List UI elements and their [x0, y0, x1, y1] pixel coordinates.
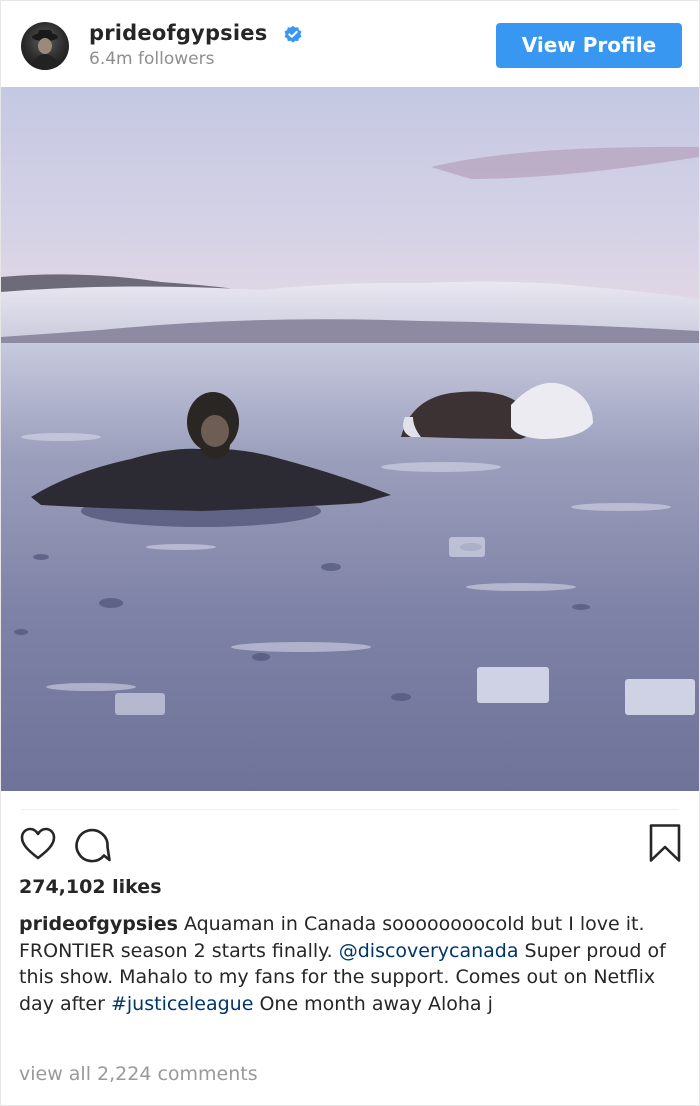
like-count[interactable]: 274,102 likes [19, 876, 162, 898]
avatar[interactable] [21, 22, 69, 70]
post-header: prideofgypsies 6.4m followers View Profi… [1, 1, 699, 87]
instagram-post-card: prideofgypsies 6.4m followers View Profi… [0, 0, 700, 1106]
caption-hashtag-link[interactable]: #justiceleague [111, 993, 253, 1015]
actions-divider [21, 809, 679, 810]
heart-outline-icon[interactable] [19, 825, 57, 863]
follower-count: 6.4m followers [89, 49, 215, 69]
view-profile-button[interactable]: View Profile [496, 23, 682, 68]
caption-mention-link[interactable]: @discoverycanada [339, 940, 519, 962]
bookmark-icon[interactable] [647, 823, 683, 863]
caption-text-part3: One month away Aloha j [253, 992, 493, 1015]
verified-badge-icon [284, 25, 302, 43]
username[interactable]: prideofgypsies [89, 21, 267, 45]
post-caption: prideofgypsies Aquaman in Canada soooooo… [19, 911, 684, 1017]
view-all-comments-link[interactable]: view all 2,224 comments [19, 1063, 258, 1085]
speech-bubble-icon[interactable] [73, 825, 113, 865]
post-photo[interactable] [1, 87, 699, 791]
caption-username[interactable]: prideofgypsies [19, 913, 178, 935]
photo-image [1, 87, 699, 791]
avatar-image [31, 30, 59, 70]
